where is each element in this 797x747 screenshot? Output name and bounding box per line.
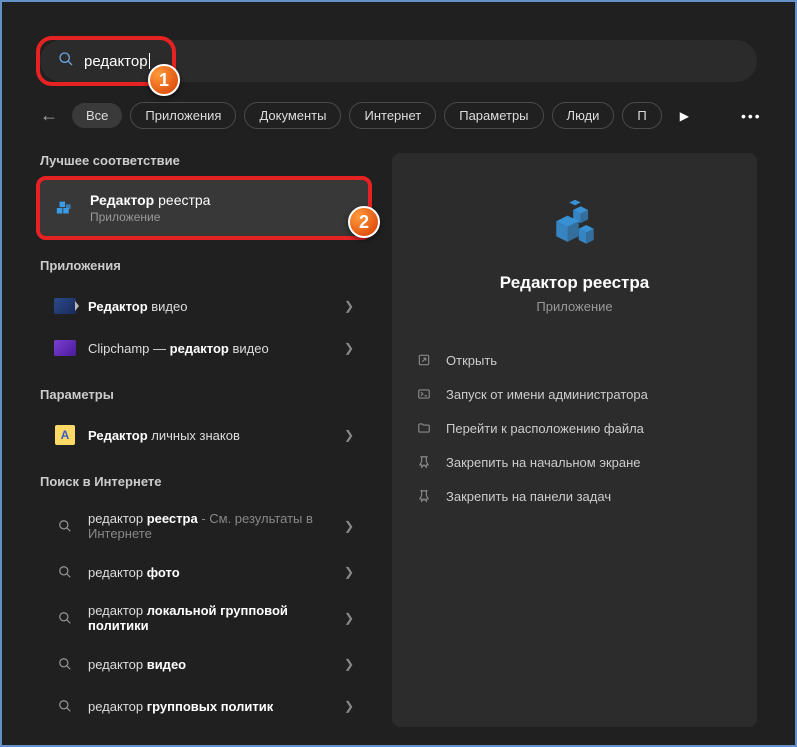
action-label: Запуск от имени администратора	[446, 387, 648, 402]
filter-truncated[interactable]: П	[622, 102, 661, 129]
chevron-right-icon: ❯	[344, 428, 354, 442]
settings-result-label: Редактор личных знаков	[88, 428, 240, 443]
char-editor-icon: A	[54, 424, 76, 446]
pin-icon	[416, 488, 432, 504]
open-icon	[416, 352, 432, 368]
web-result[interactable]: редактор реестра - См. результаты в Инте…	[40, 501, 368, 551]
filter-internet[interactable]: Интернет	[349, 102, 436, 129]
action-open-location[interactable]: Перейти к расположению файла	[416, 418, 733, 438]
search-icon	[54, 607, 76, 629]
results-column: Лучшее соответствие Редактор реестра При…	[40, 153, 368, 727]
section-apps: Приложения	[40, 258, 368, 273]
annotation-badge-2: 2	[348, 206, 380, 238]
search-icon	[54, 515, 76, 537]
text-cursor	[149, 53, 150, 69]
web-result[interactable]: редактор групповых политик ❯	[40, 685, 368, 727]
action-run-as-admin[interactable]: Запуск от имени администратора	[416, 384, 733, 404]
folder-icon	[416, 420, 432, 436]
preview-panel: Редактор реестра Приложение Открыть Запу…	[392, 153, 757, 727]
search-icon	[54, 561, 76, 583]
best-match-title: Редактор реестра	[90, 192, 210, 208]
filter-all[interactable]: Все	[72, 103, 122, 128]
action-label: Перейти к расположению файла	[446, 421, 644, 436]
video-editor-icon	[54, 295, 76, 317]
action-open[interactable]: Открыть	[416, 350, 733, 370]
filter-settings[interactable]: Параметры	[444, 102, 543, 129]
chevron-right-icon: ❯	[344, 299, 354, 313]
web-result[interactable]: редактор локальной групповой политики ❯	[40, 593, 368, 643]
action-label: Закрепить на начальном экране	[446, 455, 641, 470]
search-icon	[58, 51, 74, 72]
back-arrow-icon[interactable]: ←	[40, 105, 58, 126]
chevron-right-icon: ❯	[344, 565, 354, 579]
web-result-label: редактор групповых политик	[88, 699, 273, 714]
regedit-icon	[54, 196, 78, 220]
filter-apps[interactable]: Приложения	[130, 102, 236, 129]
filter-people[interactable]: Люди	[552, 102, 615, 129]
app-result-video-editor[interactable]: Редактор видео ❯	[40, 285, 368, 327]
preview-subtitle: Приложение	[416, 299, 733, 314]
action-label: Закрепить на панели задач	[446, 489, 611, 504]
web-result-label: редактор реестра - См. результаты в Инте…	[88, 511, 318, 541]
preview-title: Редактор реестра	[416, 273, 733, 293]
settings-result-char-editor[interactable]: A Редактор личных знаков ❯	[40, 414, 368, 456]
web-result-label: редактор видео	[88, 657, 186, 672]
app-result-label: Редактор видео	[88, 299, 187, 314]
section-settings: Параметры	[40, 387, 368, 402]
action-pin-taskbar[interactable]: Закрепить на панели задач	[416, 486, 733, 506]
chevron-right-icon: ❯	[344, 611, 354, 625]
pin-icon	[416, 454, 432, 470]
section-best-match: Лучшее соответствие	[40, 153, 368, 168]
play-icon[interactable]: ▶	[680, 109, 689, 123]
chevron-right-icon: ❯	[344, 519, 354, 533]
chevron-right-icon: ❯	[344, 657, 354, 671]
app-result-clipchamp[interactable]: Clipchamp — редактор видео ❯	[40, 327, 368, 369]
annotation-badge-1: 1	[148, 64, 180, 96]
clipchamp-icon	[54, 337, 76, 359]
web-result-label: редактор фото	[88, 565, 180, 580]
preview-actions: Открыть Запуск от имени администратора П…	[416, 350, 733, 506]
chevron-right-icon: ❯	[344, 341, 354, 355]
best-match-result[interactable]: Редактор реестра Приложение	[40, 180, 368, 236]
web-result[interactable]: редактор видео ❯	[40, 643, 368, 685]
search-query-text: редактор	[84, 53, 148, 70]
web-result[interactable]: редактор фото ❯	[40, 551, 368, 593]
filter-row: ← Все Приложения Документы Интернет Пара…	[40, 102, 757, 129]
best-match-subtitle: Приложение	[90, 210, 210, 224]
more-menu-icon[interactable]: •••	[741, 108, 762, 124]
chevron-right-icon: ❯	[344, 699, 354, 713]
action-label: Открыть	[446, 353, 497, 368]
web-result-label: редактор локальной групповой политики	[88, 603, 318, 633]
regedit-large-icon	[545, 195, 605, 255]
search-icon	[54, 653, 76, 675]
filter-documents[interactable]: Документы	[244, 102, 341, 129]
action-pin-start[interactable]: Закрепить на начальном экране	[416, 452, 733, 472]
section-web: Поиск в Интернете	[40, 474, 368, 489]
admin-icon	[416, 386, 432, 402]
search-icon	[54, 695, 76, 717]
app-result-label: Clipchamp — редактор видео	[88, 341, 269, 356]
